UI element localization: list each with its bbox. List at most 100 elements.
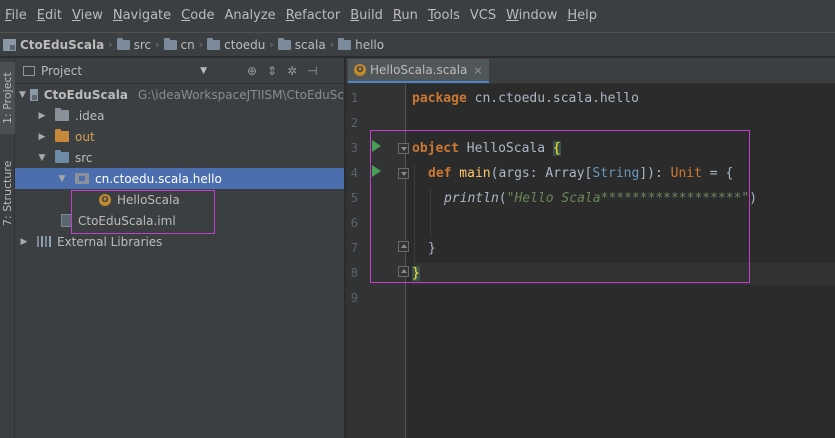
tree-root[interactable]: ▼ CtoEduScala G:\ideaWorkspaceJTIISM\Cto… — [15, 84, 344, 105]
library-icon — [37, 236, 51, 247]
code-line-8-current: } — [412, 263, 835, 285]
menu-run[interactable]: Run — [388, 0, 423, 32]
tab-helloscala[interactable]: O HelloScala.scala × — [348, 59, 489, 83]
run-icon[interactable] — [372, 165, 381, 177]
folder-icon — [55, 129, 69, 142]
project-view-selector[interactable]: Project — [23, 64, 82, 78]
tree-item-out[interactable]: ▶ out — [15, 126, 344, 147]
line-number: 4 — [350, 166, 358, 180]
fold-icon[interactable] — [398, 241, 409, 252]
breadcrumb-project[interactable]: CtoEduScala — [3, 38, 104, 52]
line-number: 7 — [350, 241, 358, 255]
close-icon[interactable]: × — [473, 64, 482, 77]
line-number: 9 — [350, 291, 358, 305]
chevron-down-icon[interactable]: ▼ — [37, 153, 47, 163]
indent-guide — [430, 188, 431, 238]
folder-icon — [338, 37, 352, 50]
target-icon[interactable]: ⊕ — [247, 64, 257, 78]
editor: O HelloScala.scala × 1 2 3 4 5 6 7 8 9 p… — [346, 58, 835, 438]
menu-refactor[interactable]: Refactor — [281, 0, 346, 32]
project-icon — [3, 38, 16, 51]
breadcrumb: CtoEduScala › src › cn › ctoedu › scala … — [0, 32, 835, 57]
breadcrumb-hello[interactable]: hello — [338, 37, 384, 52]
tree-item-label: HelloScala — [117, 192, 180, 207]
code-line-1: package cn.ctoedu.scala.hello — [412, 91, 639, 106]
chevron-right-icon[interactable]: ▶ — [37, 111, 47, 121]
project-icon — [29, 88, 38, 101]
source-folder-icon — [55, 150, 69, 163]
scala-object-icon: O — [354, 64, 366, 76]
menu-edit[interactable]: Edit — [32, 0, 67, 32]
tree-item-external-libraries[interactable]: ▶ External Libraries — [15, 231, 344, 252]
run-icon[interactable] — [372, 140, 381, 152]
chevron-right-icon[interactable]: ▶ — [37, 132, 47, 142]
line-number: 8 — [350, 266, 358, 280]
folder-icon — [55, 108, 69, 121]
menu-tools[interactable]: Tools — [423, 0, 465, 32]
menu-bar: File Edit View Navigate Code Analyze Ref… — [0, 0, 835, 32]
menu-file[interactable]: File — [0, 0, 32, 32]
chevron-right-icon[interactable]: ▶ — [19, 237, 29, 247]
tree-item-label: .idea — [75, 108, 105, 123]
tree-root-label: CtoEduScala — [43, 87, 128, 102]
scala-object-icon: O — [99, 193, 111, 206]
project-toolbar: Project ▼ ⊕ ⇕ ✲ ⊣ — [15, 58, 344, 84]
line-number: 5 — [350, 191, 358, 205]
collapse-icon[interactable]: ⇕ — [267, 64, 277, 78]
hide-icon[interactable]: ⊣ — [307, 64, 317, 78]
breadcrumb-cn[interactable]: cn — [163, 37, 195, 52]
code-line-4: def main(args: Array[String]): Unit = { — [428, 166, 734, 181]
file-icon — [61, 214, 72, 227]
tab-project[interactable]: 1: Project — [0, 62, 15, 134]
tree-root-path: G:\ideaWorkspaceJTIISM\CtoEduSc — [137, 87, 344, 102]
tree-item-package[interactable]: ▼ cn.ctoedu.scala.hello — [15, 168, 344, 189]
editor-gutter: 1 2 3 4 5 6 7 8 9 — [346, 84, 409, 438]
line-number: 6 — [350, 216, 358, 230]
menu-window[interactable]: Window — [501, 0, 562, 32]
package-icon — [75, 173, 89, 184]
editor-tab-bar: O HelloScala.scala × — [346, 58, 835, 84]
breadcrumb-scala[interactable]: scala — [277, 37, 326, 52]
tree-item-label: CtoEduScala.iml — [78, 213, 176, 228]
menu-analyze[interactable]: Analyze — [219, 0, 280, 32]
chevron-right-icon: › — [269, 38, 274, 51]
breadcrumb-src[interactable]: src — [116, 37, 151, 52]
tree-item-idea[interactable]: ▶ .idea — [15, 105, 344, 126]
breadcrumb-ctoedu[interactable]: ctoedu — [207, 37, 265, 52]
code-line-5: println("Hello Scala******************") — [444, 191, 758, 206]
menu-navigate[interactable]: Navigate — [108, 0, 176, 32]
chevron-down-icon[interactable]: ▼ — [19, 90, 26, 100]
project-panel: Project ▼ ⊕ ⇕ ✲ ⊣ ▼ CtoEduScala G:\ideaW… — [15, 58, 345, 438]
menu-code[interactable]: Code — [176, 0, 219, 32]
tree-item-label: out — [75, 129, 95, 144]
chevron-right-icon: › — [329, 38, 335, 51]
tree-item-iml[interactable]: CtoEduScala.iml — [15, 210, 344, 231]
tree-item-label: External Libraries — [57, 234, 163, 249]
menu-view[interactable]: View — [67, 0, 108, 32]
menu-build[interactable]: Build — [345, 0, 388, 32]
tool-window-strip: 1: Project 7: Structure — [0, 58, 15, 438]
tree-item-helloscala[interactable]: O HelloScala — [15, 189, 344, 210]
fold-icon[interactable] — [398, 168, 409, 179]
fold-icon[interactable] — [398, 266, 409, 277]
fold-icon[interactable] — [398, 143, 409, 154]
project-tree: ▼ CtoEduScala G:\ideaWorkspaceJTIISM\Cto… — [15, 84, 344, 252]
project-view-icon — [23, 65, 35, 76]
gear-icon[interactable]: ✲ — [287, 64, 297, 78]
tree-item-label: cn.ctoedu.scala.hello — [95, 171, 222, 186]
line-number: 2 — [350, 116, 358, 130]
code-area[interactable]: package cn.ctoedu.scala.hello object Hel… — [412, 84, 835, 438]
menu-help[interactable]: Help — [562, 0, 602, 32]
menu-vcs[interactable]: VCS — [465, 0, 501, 32]
folder-icon — [207, 37, 221, 50]
chevron-right-icon: › — [108, 38, 113, 51]
folder-icon — [116, 37, 130, 50]
tab-structure[interactable]: 7: Structure — [0, 150, 15, 236]
tree-item-src[interactable]: ▼ src — [15, 147, 344, 168]
chevron-right-icon: › — [155, 38, 160, 51]
chevron-down-icon[interactable]: ▼ — [200, 66, 207, 76]
code-line-7: } — [428, 241, 436, 256]
chevron-right-icon: › — [198, 38, 204, 51]
folder-icon — [163, 37, 177, 50]
chevron-down-icon[interactable]: ▼ — [57, 174, 67, 184]
